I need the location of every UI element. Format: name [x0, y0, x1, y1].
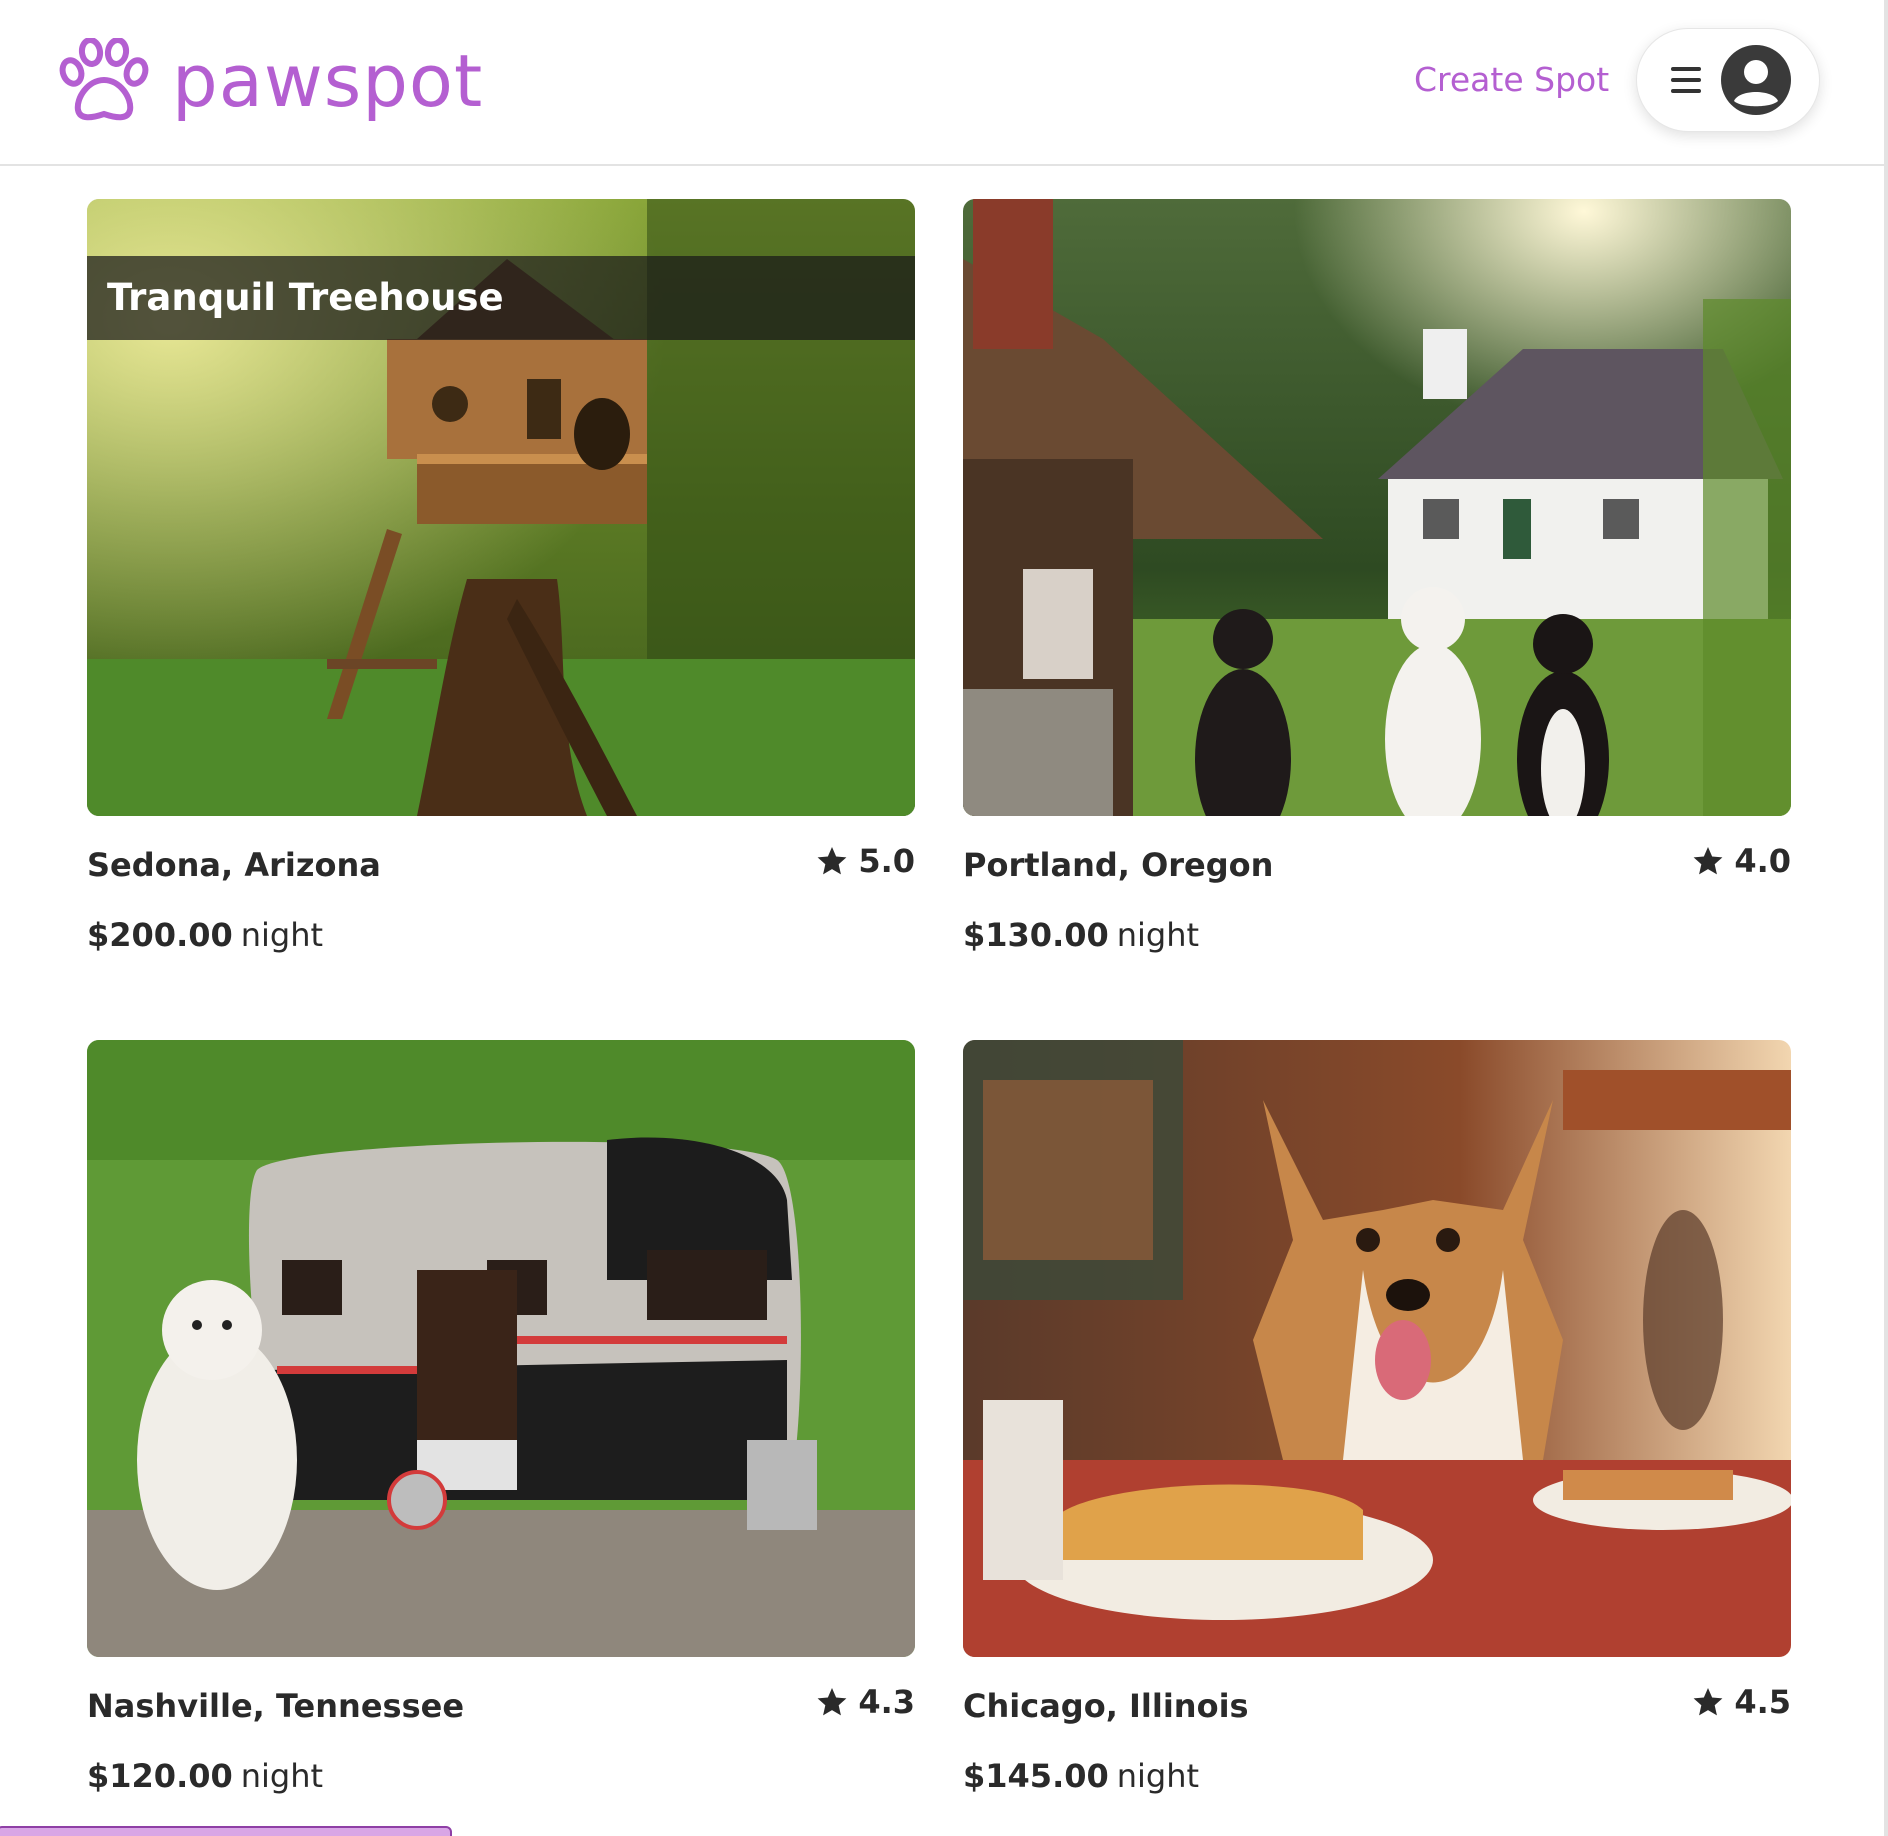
- link-status-tooltip: [0, 1826, 452, 1836]
- spot-price: $120.00: [87, 1757, 233, 1795]
- rating-value: 4.0: [1734, 842, 1791, 880]
- rating-value: 5.0: [858, 842, 915, 880]
- price-unit: night: [240, 916, 324, 954]
- spot-rating: 5.0: [816, 842, 915, 880]
- spot-image-dog-camper[interactable]: [87, 1040, 915, 1657]
- spot-name-tooltip: Tranquil Treehouse: [87, 256, 915, 340]
- brand-name: pawspot: [172, 39, 484, 123]
- home-logo-link[interactable]: pawspot: [58, 38, 483, 124]
- create-spot-link[interactable]: Create Spot: [1414, 60, 1609, 99]
- spot-price-row: $130.00 night: [963, 916, 1791, 954]
- price-unit: night: [240, 1757, 324, 1795]
- paw-print-icon: [59, 38, 149, 121]
- spot-price-row: $200.00 night: [87, 916, 915, 954]
- spot-location: Sedona, Arizona: [87, 846, 381, 884]
- star-icon: [817, 1688, 847, 1716]
- spot-image-cottage-cats[interactable]: [963, 199, 1791, 816]
- profile-menu-button[interactable]: [1636, 28, 1820, 132]
- star-icon: [1693, 1688, 1723, 1716]
- price-unit: night: [1116, 1757, 1200, 1795]
- scrollbar-edge: [1884, 0, 1888, 1836]
- spot-price-row: $145.00 night: [963, 1757, 1791, 1795]
- spot-card[interactable]: Nashville, Tennessee 4.3 $120.00 night: [87, 1040, 915, 1795]
- rating-value: 4.5: [1734, 1683, 1791, 1721]
- spot-rating: 4.5: [1692, 1683, 1791, 1721]
- top-nav: pawspot Create Spot: [0, 0, 1888, 166]
- star-icon: [1693, 847, 1723, 875]
- spot-price-row: $120.00 night: [87, 1757, 915, 1795]
- spot-price: $200.00: [87, 916, 233, 954]
- spot-rating: 4.3: [816, 1683, 915, 1721]
- spot-card[interactable]: Portland, Oregon 4.0 $130.00 night: [963, 199, 1791, 954]
- spot-location: Portland, Oregon: [963, 846, 1274, 884]
- rating-value: 4.3: [858, 1683, 915, 1721]
- price-unit: night: [1116, 916, 1200, 954]
- spot-location: Chicago, Illinois: [963, 1687, 1249, 1725]
- star-icon: [817, 847, 847, 875]
- spot-location: Nashville, Tennessee: [87, 1687, 465, 1725]
- spot-image-corgi-diner[interactable]: [963, 1040, 1791, 1657]
- spot-card[interactable]: Tranquil Treehouse Sedona, Arizona 5.0 $…: [87, 199, 915, 954]
- spot-image-treehouse[interactable]: Tranquil Treehouse: [87, 199, 915, 816]
- hamburger-menu-icon: [1671, 67, 1701, 93]
- spot-price: $130.00: [963, 916, 1109, 954]
- spot-price: $145.00: [963, 1757, 1109, 1795]
- spot-card[interactable]: Chicago, Illinois 4.5 $145.00 night: [963, 1040, 1791, 1795]
- spot-rating: 4.0: [1692, 842, 1791, 880]
- user-avatar-icon: [1721, 45, 1791, 115]
